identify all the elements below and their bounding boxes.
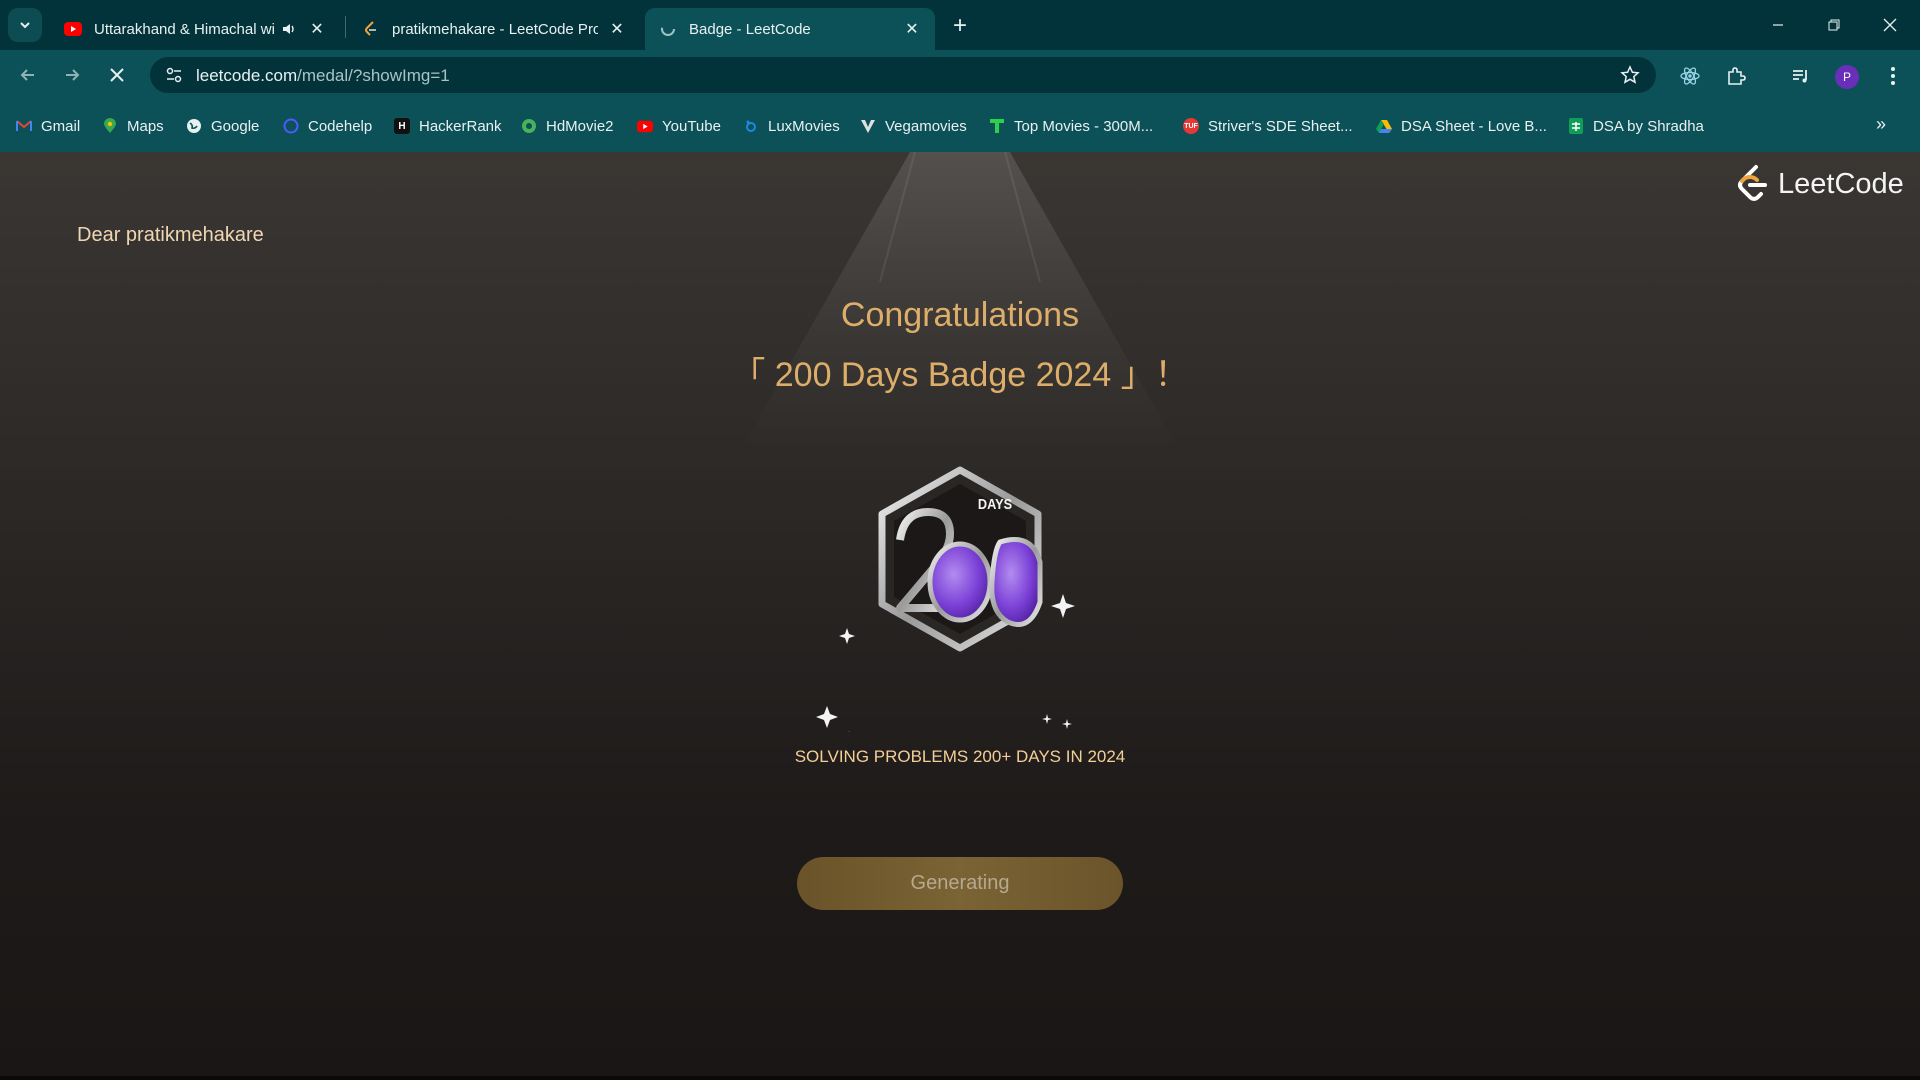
- more-menu-icon[interactable]: [1880, 63, 1906, 89]
- profile-avatar[interactable]: P: [1835, 65, 1859, 89]
- leetcode-logo[interactable]: LeetCode: [1736, 164, 1904, 204]
- tab-strip: Uttarakhand & Himachal wi ✕ pratikmehaka…: [0, 0, 1920, 50]
- bookmark-label: Google: [211, 117, 260, 135]
- bookmark-label: HackerRank: [419, 117, 502, 135]
- tab-title: Uttarakhand & Himachal wi: [94, 20, 274, 38]
- tab-youtube[interactable]: Uttarakhand & Himachal wi ✕: [50, 8, 340, 50]
- bookmark-topmovies[interactable]: Top Movies - 300M...: [989, 115, 1153, 137]
- address-bar[interactable]: leetcode.com/medal/?showImg=1: [150, 57, 1656, 93]
- vegamovies-icon: [860, 118, 876, 134]
- bookmark-star-icon[interactable]: [1618, 63, 1642, 87]
- browser-toolbar: leetcode.com/medal/?showImg=1 P: [0, 50, 1920, 100]
- bookmark-hdmovie2[interactable]: HdMovie2: [521, 115, 614, 137]
- restore-icon: [1828, 19, 1840, 31]
- bookmark-label: HdMovie2: [546, 117, 614, 135]
- loading-icon: [659, 20, 677, 38]
- bookmark-label: Striver's SDE Sheet...: [1208, 117, 1353, 135]
- bookmark-striver-sde-sheet[interactable]: TUF Striver's SDE Sheet...: [1183, 115, 1353, 137]
- bookmark-label: Maps: [127, 117, 164, 135]
- bookmark-label: Vegamovies: [885, 117, 967, 135]
- stop-loading-button[interactable]: [101, 59, 133, 91]
- tab-leetcode-profile[interactable]: pratikmehakare - LeetCode Pro ✕: [348, 8, 640, 50]
- chevron-down-icon: [20, 22, 30, 29]
- forward-button[interactable]: [56, 59, 88, 91]
- badge-days-label: DAYS: [977, 496, 1013, 513]
- badge-illustration: DAYS: [800, 432, 1120, 872]
- tab-badge-leetcode[interactable]: Badge - LeetCode ✕: [645, 8, 935, 50]
- bookmark-codehelp[interactable]: Codehelp: [283, 115, 372, 137]
- close-icon: [110, 68, 124, 82]
- leetcode-logo-text: LeetCode: [1778, 167, 1904, 200]
- arrow-left-icon: [20, 69, 34, 81]
- close-tab-icon[interactable]: ✕: [901, 18, 923, 40]
- badge-description: SOLVING PROBLEMS 200+ DAYS IN 2024: [794, 747, 1126, 766]
- youtube-icon: [637, 118, 653, 134]
- tab-title: Badge - LeetCode: [689, 20, 811, 38]
- greeting-text: Dear pratikmehakare: [77, 224, 264, 246]
- google-drive-icon: [1376, 118, 1392, 134]
- url-host: leetcode.com: [196, 66, 298, 85]
- badge-title: 「 200 Days Badge 2024 」！: [731, 356, 1189, 394]
- leetcode-icon: [362, 20, 380, 38]
- bookmark-label: YouTube: [662, 117, 721, 135]
- address-url[interactable]: leetcode.com/medal/?showImg=1: [196, 66, 450, 86]
- bookmark-hackerrank[interactable]: H HackerRank: [394, 115, 502, 137]
- bookmark-label: DSA Sheet - Love B...: [1401, 117, 1547, 135]
- bookmark-vegamovies[interactable]: Vegamovies: [860, 115, 967, 137]
- google-sheets-icon: [1568, 118, 1584, 134]
- bookmark-dsa-sheet-love-babbar[interactable]: DSA Sheet - Love B...: [1376, 115, 1547, 137]
- striver-icon: TUF: [1183, 118, 1199, 134]
- hackerrank-icon: H: [394, 118, 410, 134]
- close-tab-icon[interactable]: ✕: [306, 18, 328, 40]
- badge-page: Dear pratikmehakare LeetCode Congratulat…: [0, 152, 1920, 1080]
- react-devtools-icon[interactable]: [1677, 63, 1703, 89]
- codehelp-icon: [283, 118, 299, 134]
- minimize-button[interactable]: [1750, 0, 1806, 50]
- luxmovies-icon: [743, 118, 759, 134]
- bookmark-label: DSA by Shradha: [1593, 117, 1704, 135]
- back-button[interactable]: [12, 59, 44, 91]
- generating-button[interactable]: Generating: [797, 857, 1123, 910]
- close-icon: [1883, 18, 1897, 32]
- maps-icon: [102, 118, 118, 134]
- url-path: /medal/?showImg=1: [297, 66, 450, 85]
- page-bottom-border: [0, 1076, 1920, 1080]
- gmail-icon: [16, 118, 32, 134]
- media-control-icon[interactable]: [1788, 63, 1814, 89]
- hdmovie-icon: [521, 118, 537, 134]
- chevron-double-right-icon[interactable]: »: [1876, 114, 1886, 135]
- bookmark-gmail[interactable]: Gmail: [16, 115, 80, 137]
- topmovies-icon: [989, 118, 1005, 134]
- tab-separator: [345, 16, 346, 38]
- bookmark-label: Gmail: [41, 117, 81, 135]
- tab-search-button[interactable]: [8, 8, 42, 42]
- bookmark-label: Codehelp: [308, 117, 373, 135]
- extensions-icon[interactable]: [1723, 63, 1749, 89]
- bookmark-dsa-by-shradha[interactable]: DSA by Shradha: [1568, 115, 1704, 137]
- bookmark-google[interactable]: Google: [186, 115, 259, 137]
- arrow-right-icon: [66, 69, 80, 81]
- bookmark-luxmovies[interactable]: LuxMovies: [743, 115, 840, 137]
- bookmark-label: LuxMovies: [768, 117, 840, 135]
- close-tab-icon[interactable]: ✕: [606, 18, 628, 40]
- tab-title: pratikmehakare - LeetCode Pro: [392, 20, 598, 38]
- speaker-icon[interactable]: [280, 20, 298, 38]
- minimize-icon: [1773, 24, 1783, 26]
- bookmark-maps[interactable]: Maps: [102, 115, 164, 137]
- bookmark-label: Top Movies - 300M...: [1014, 117, 1154, 135]
- close-window-button[interactable]: [1862, 0, 1918, 50]
- globe-icon: [186, 118, 202, 134]
- congratulations-heading: Congratulations: [840, 296, 1080, 334]
- restore-button[interactable]: [1806, 0, 1862, 50]
- bookmarks-bar: Gmail Maps Google Codehelp H HackerRank …: [0, 100, 1920, 152]
- youtube-icon: [64, 20, 82, 38]
- new-tab-button[interactable]: +: [944, 10, 976, 42]
- site-settings-icon[interactable]: [162, 63, 186, 87]
- bookmark-youtube[interactable]: YouTube: [637, 115, 721, 137]
- leetcode-logo-icon: [1738, 165, 1767, 201]
